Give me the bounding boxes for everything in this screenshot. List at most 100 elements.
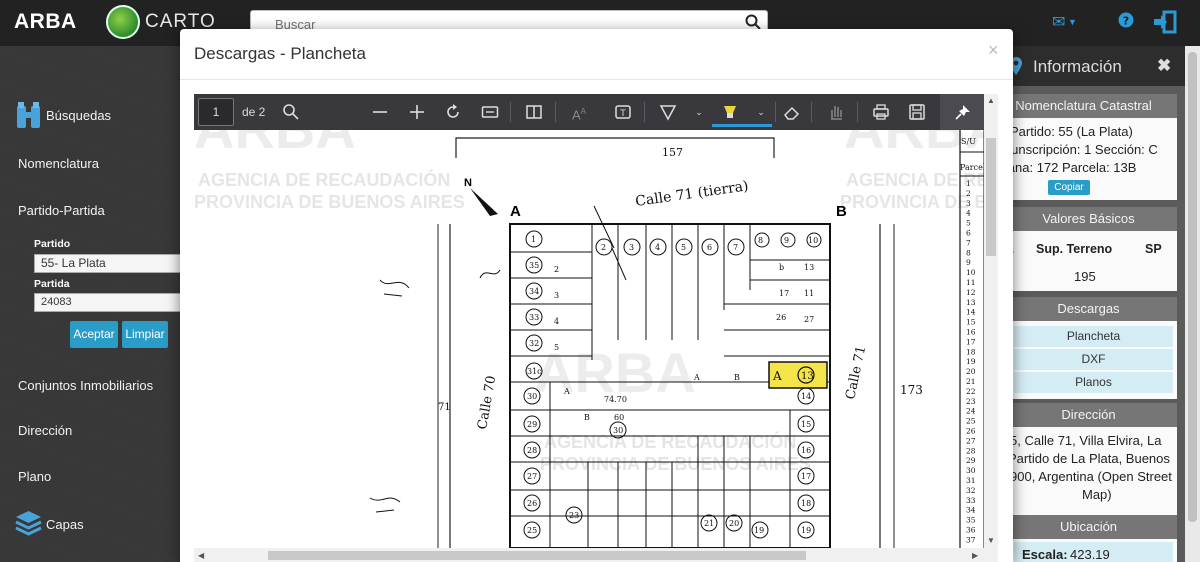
watermark-line1-left: AGENCIA DE RECAUDACIÓN	[198, 169, 450, 190]
escala-label: Escala:	[1022, 547, 1068, 562]
find-icon[interactable]	[282, 103, 300, 121]
print-icon[interactable]	[872, 103, 890, 121]
search-icon[interactable]	[745, 14, 761, 30]
side-number: 35	[966, 516, 976, 525]
nav-busquedas[interactable]: Búsquedas	[46, 108, 111, 123]
partida-input[interactable]: 24083	[34, 293, 184, 312]
aceptar-button[interactable]: Aceptar	[70, 321, 118, 348]
text-box-icon[interactable]: T	[614, 103, 632, 121]
descarga-planos[interactable]: Planos	[1014, 372, 1173, 393]
arba-logo[interactable]: ARBA	[14, 10, 77, 34]
modal-title: Descargas - Plancheta	[194, 44, 366, 63]
side-number: 1	[966, 179, 971, 188]
chevron-down-icon[interactable]: ▼	[1068, 17, 1077, 27]
svg-text:30: 30	[527, 392, 537, 401]
svg-text:28: 28	[527, 446, 537, 455]
logout-icon[interactable]	[1152, 9, 1178, 40]
side-number: 33	[966, 496, 976, 505]
side-number: 24	[966, 407, 976, 416]
scroll-left-arrow-icon[interactable]: ◀	[198, 551, 204, 560]
eraser-icon[interactable]	[783, 103, 801, 121]
svg-text:27: 27	[527, 472, 537, 481]
info-panel: Información ✖ Nomenclatura Catastral Par…	[1000, 46, 1185, 562]
pdf-viewer: 1 de 2 AA T ⌄ ⌄ ARBA AGENCIA DE RECAUDAC…	[194, 94, 998, 562]
svg-text:2: 2	[601, 243, 606, 252]
descarga-dxf[interactable]: DXF	[1014, 349, 1173, 370]
nav-nomenclatura[interactable]: Nomenclatura	[18, 156, 99, 171]
chevron-down-icon[interactable]: ⌄	[752, 103, 770, 121]
partido-select[interactable]: 55- La Plata	[34, 254, 184, 273]
pdf-horizontal-scrollbar[interactable]: ◀ ▶	[194, 548, 984, 562]
text-size-icon[interactable]: AA	[570, 103, 588, 122]
svg-text:3: 3	[629, 243, 634, 252]
plancheta-page[interactable]: ARBA AGENCIA DE RECAUDACIÓN PROVINCIA DE…	[194, 130, 984, 548]
svg-text:17: 17	[801, 472, 811, 481]
nav-partido-partida[interactable]: Partido-Partida	[18, 203, 105, 218]
save-icon[interactable]	[908, 103, 926, 121]
watermark-line2-left: PROVINCIA DE BUENOS AIRES	[194, 192, 465, 212]
descargas-header: Descargas	[1000, 297, 1177, 321]
svg-text:21: 21	[704, 519, 714, 528]
partido-label: Partido	[34, 238, 71, 250]
partida-label: Partida	[34, 278, 70, 290]
side-number: 7	[966, 238, 971, 247]
watermark-line2-right: PROVINCIA DE BUENOS AIRES	[840, 192, 984, 212]
copiar-button[interactable]: Copiar	[1048, 180, 1090, 195]
svg-text:60: 60	[614, 413, 624, 422]
side-number: 23	[966, 397, 976, 406]
svg-text:17: 17	[779, 289, 789, 298]
side-number: 13	[966, 298, 976, 307]
street-173: 173	[900, 383, 923, 397]
hand-tool-icon[interactable]	[827, 103, 845, 121]
nav-capas[interactable]: Capas	[46, 517, 84, 532]
descarga-plancheta[interactable]: Plancheta	[1014, 326, 1173, 347]
nav-plano[interactable]: Plano	[18, 469, 51, 484]
north-label: N	[464, 177, 472, 189]
limpiar-button[interactable]: Limpiar	[122, 321, 168, 348]
sup-terreno-value: 195	[1074, 269, 1096, 284]
svg-text:A: A	[693, 373, 700, 382]
side-number: 25	[966, 417, 976, 426]
watermark-arba-top: ARBA	[194, 130, 356, 160]
rotate-icon[interactable]	[444, 103, 462, 121]
scroll-right-arrow-icon[interactable]: ▶	[972, 551, 978, 560]
zoom-in-icon[interactable]	[408, 103, 426, 121]
nav-direccion[interactable]: Dirección	[18, 423, 72, 438]
street-calle-70: Calle 70	[475, 375, 499, 431]
pdf-toolbar: 1 de 2 AA T ⌄ ⌄	[194, 94, 984, 130]
cadastral-plan: ARBA AGENCIA DE RECAUDACIÓN PROVINCIA DE…	[194, 130, 984, 548]
page-count: de 2	[242, 105, 266, 119]
modal-close-button[interactable]: ×	[988, 40, 999, 61]
page-number-input[interactable]: 1	[198, 98, 234, 126]
manzana-line: Manzana: 172 Parcela: 13B	[1000, 160, 1137, 175]
info-header: Información ✖	[1000, 46, 1185, 86]
chevron-down-icon[interactable]: ⌄	[690, 103, 708, 121]
col-sp: SP	[1145, 242, 1162, 256]
side-number: 30	[966, 466, 976, 475]
side-number: 5	[966, 219, 971, 228]
zoom-out-icon[interactable]	[371, 103, 389, 121]
nav-conjuntos-inmobiliarios[interactable]: Conjuntos Inmobiliarios	[18, 378, 153, 393]
svg-text:14: 14	[801, 392, 811, 401]
draw-shape-icon[interactable]	[659, 103, 677, 121]
street-157: 157	[662, 146, 683, 159]
svg-text:7: 7	[733, 243, 738, 252]
page-scrollbar[interactable]	[1185, 46, 1200, 562]
help-icon[interactable]: ?	[1118, 12, 1134, 33]
info-title: Información	[1033, 57, 1122, 76]
scroll-up-arrow-icon[interactable]: ▲	[987, 96, 995, 105]
pdf-vertical-scrollbar[interactable]: ▲ ▼	[984, 94, 998, 548]
page-view-icon[interactable]	[525, 103, 543, 121]
svg-text:26: 26	[776, 313, 786, 322]
fit-width-icon[interactable]	[481, 103, 499, 121]
mail-icon[interactable]: ✉	[1052, 12, 1065, 32]
close-icon[interactable]: ✖	[1157, 56, 1171, 76]
scroll-down-arrow-icon[interactable]: ▼	[987, 536, 995, 545]
street-71-left: 71	[438, 402, 451, 413]
svg-text:4: 4	[655, 243, 660, 252]
side-number: 9	[966, 258, 971, 267]
highlight-icon[interactable]	[721, 103, 739, 121]
corner-a: A	[510, 203, 521, 220]
pin-icon[interactable]	[954, 103, 972, 121]
side-number: 19	[966, 357, 976, 366]
